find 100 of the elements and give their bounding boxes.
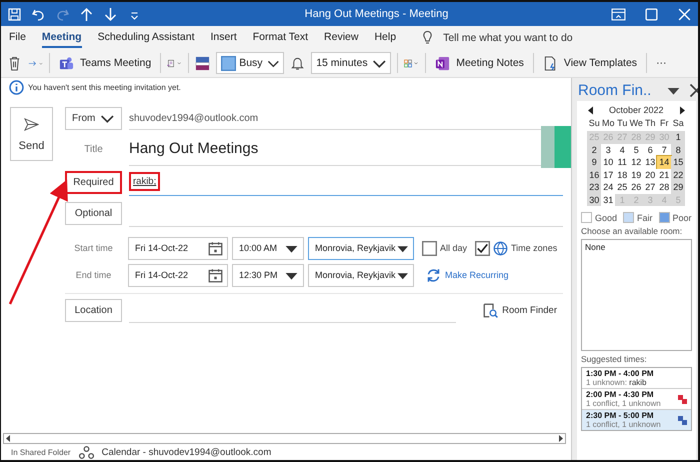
menu-tab[interactable]: File	[9, 28, 26, 48]
weekday-label: Fr	[659, 118, 670, 130]
calendar-day[interactable]: 21	[657, 168, 672, 181]
scroll-right-icon[interactable]	[556, 434, 565, 443]
month-label: October 2022	[609, 105, 664, 115]
calendar-day[interactable]: 17	[601, 168, 616, 181]
color-square-icon	[221, 56, 236, 70]
calendar-day[interactable]: 16	[587, 168, 602, 181]
calendar-day[interactable]: 4	[615, 144, 630, 156]
reminder-dropdown[interactable]: 15 minutes	[311, 52, 392, 74]
calendar-icon[interactable]	[208, 240, 223, 256]
optional-button[interactable]: Optional	[65, 202, 122, 224]
suggested-time[interactable]: 2:30 PM - 5:00 PM 1 conflict, 1 unknown	[582, 409, 691, 430]
previous-month-icon[interactable]	[587, 106, 594, 114]
globe-icon	[493, 240, 508, 256]
time-dropdown[interactable]: 10:00 AM	[232, 236, 304, 260]
save-icon[interactable]	[7, 6, 22, 22]
checked-box-icon	[475, 240, 490, 256]
window-title: Hang Out Meetings - Meeting	[304, 8, 450, 20]
calendar-day[interactable]: 25	[615, 181, 630, 194]
from-button[interactable]: From	[65, 107, 122, 130]
calendar-day[interactable]: 20	[643, 168, 658, 181]
weekday-label: Sa	[672, 118, 685, 130]
calendar-day[interactable]: 3	[601, 144, 616, 156]
time-label: End time	[74, 270, 112, 280]
attendee-name[interactable]: rakib;	[129, 172, 160, 191]
template-icon	[542, 56, 558, 70]
calendar-day[interactable]: 28	[657, 181, 672, 194]
legend-label: Poor	[672, 212, 692, 222]
time-zones-checkbox[interactable]: Time zones	[475, 240, 558, 256]
share-icon	[78, 444, 94, 460]
notebook-icon	[435, 56, 450, 70]
up-arrow-icon[interactable]	[79, 6, 94, 22]
date-field[interactable]: Fri 14-Oct-22	[128, 264, 228, 286]
checkbox-icon	[422, 240, 437, 256]
make-recurring-link[interactable]: Make Recurring	[426, 268, 509, 282]
calendar-day[interactable]: 5	[629, 144, 644, 156]
time-dropdown[interactable]: 12:30 PM	[232, 264, 304, 286]
calendar-day[interactable]: 30	[587, 194, 602, 206]
send-button[interactable]: Send	[10, 107, 53, 161]
weekday-label: Su	[588, 118, 601, 130]
down-arrow-icon[interactable]	[103, 6, 118, 22]
calendar-day[interactable]: 14	[657, 156, 672, 168]
calendar-icon[interactable]	[208, 268, 223, 282]
info-icon	[9, 80, 24, 94]
ribbon-display-icon[interactable]	[611, 6, 626, 22]
calendar-day[interactable]: 22	[671, 168, 686, 181]
view-templates-button[interactable]: View Templates	[540, 54, 640, 72]
recurring-icon	[426, 268, 441, 282]
trash-icon[interactable]	[7, 56, 22, 70]
calendar-day[interactable]: 9	[587, 156, 602, 168]
time-zone-dropdown[interactable]: Monrovia, Reykjavik	[308, 264, 414, 286]
pane-title: Room Fin..	[578, 82, 652, 99]
room-search-icon	[483, 303, 498, 318]
show-as-dropdown[interactable]: Busy	[216, 52, 284, 74]
maximize-icon[interactable]	[644, 6, 659, 22]
menu-tab[interactable]: Help	[374, 28, 396, 48]
calendar-day[interactable]: 8	[671, 144, 686, 156]
calendar-day[interactable]: 2	[587, 144, 602, 156]
next-month-icon[interactable]	[678, 106, 686, 114]
calendar-day[interactable]: 19	[629, 168, 644, 181]
calendar-day[interactable]: 6	[643, 144, 658, 156]
time-zone-dropdown[interactable]: Monrovia, Reykjavik	[308, 236, 414, 260]
calendar-day[interactable]: 31	[601, 194, 616, 206]
meeting-notes-button[interactable]: Meeting Notes	[432, 54, 527, 72]
calendar-day[interactable]: 26	[629, 181, 644, 194]
weekday-label: Th	[644, 118, 657, 130]
calendar-day[interactable]: 23	[587, 181, 602, 194]
weekday-label: We	[629, 118, 644, 130]
menu-tab[interactable]: Scheduling Assistant	[98, 28, 194, 48]
calendar-day[interactable]: 13	[643, 156, 658, 168]
calendar-path: Calendar - shuvodev1994@outlook.com	[102, 446, 272, 458]
more-button[interactable]: ···	[653, 55, 670, 71]
bell-icon[interactable]	[290, 56, 306, 70]
room-list[interactable]: None	[581, 239, 692, 351]
calendar-day[interactable]: 1	[671, 131, 686, 144]
date-field[interactable]: Fri 14-Oct-22	[128, 236, 228, 260]
calendar-day[interactable]: 18	[615, 168, 630, 181]
folder-label: In Shared Folder	[11, 448, 71, 456]
search-field[interactable]: Tell me what you want to do	[443, 32, 614, 44]
calendar-day[interactable]: 10	[601, 156, 616, 168]
menu-tab[interactable]: Insert	[210, 28, 237, 48]
title-field[interactable]: Hang Out Meetings	[129, 140, 258, 157]
time-label: Start time	[73, 243, 114, 253]
horizontal-scrollbar[interactable]	[3, 433, 566, 444]
sender-address: shuvodev1994@outlook.com	[129, 112, 258, 124]
weekday-label: Tu	[616, 118, 628, 130]
suggested-time[interactable]: 2:00 PM - 4:30 PM 1 conflict, 1 unknown	[582, 388, 691, 409]
required-button[interactable]: Required	[65, 170, 122, 194]
calendar-day[interactable]: 29	[671, 181, 686, 194]
calendar-day[interactable]: 15	[671, 156, 686, 168]
teams-meeting-button[interactable]: Teams Meeting	[56, 54, 154, 72]
menu-tab[interactable]: Format Text	[252, 28, 308, 48]
room-item[interactable]: None	[585, 242, 688, 252]
scroll-left-icon[interactable]	[4, 434, 13, 443]
color-bars-icon[interactable]	[195, 56, 210, 70]
location-button[interactable]: Location	[65, 299, 122, 322]
menu-tab[interactable]: Review	[324, 28, 358, 48]
room-finder-button[interactable]: Room Finder	[483, 303, 557, 318]
all-day-checkbox[interactable]: All day	[422, 240, 468, 256]
